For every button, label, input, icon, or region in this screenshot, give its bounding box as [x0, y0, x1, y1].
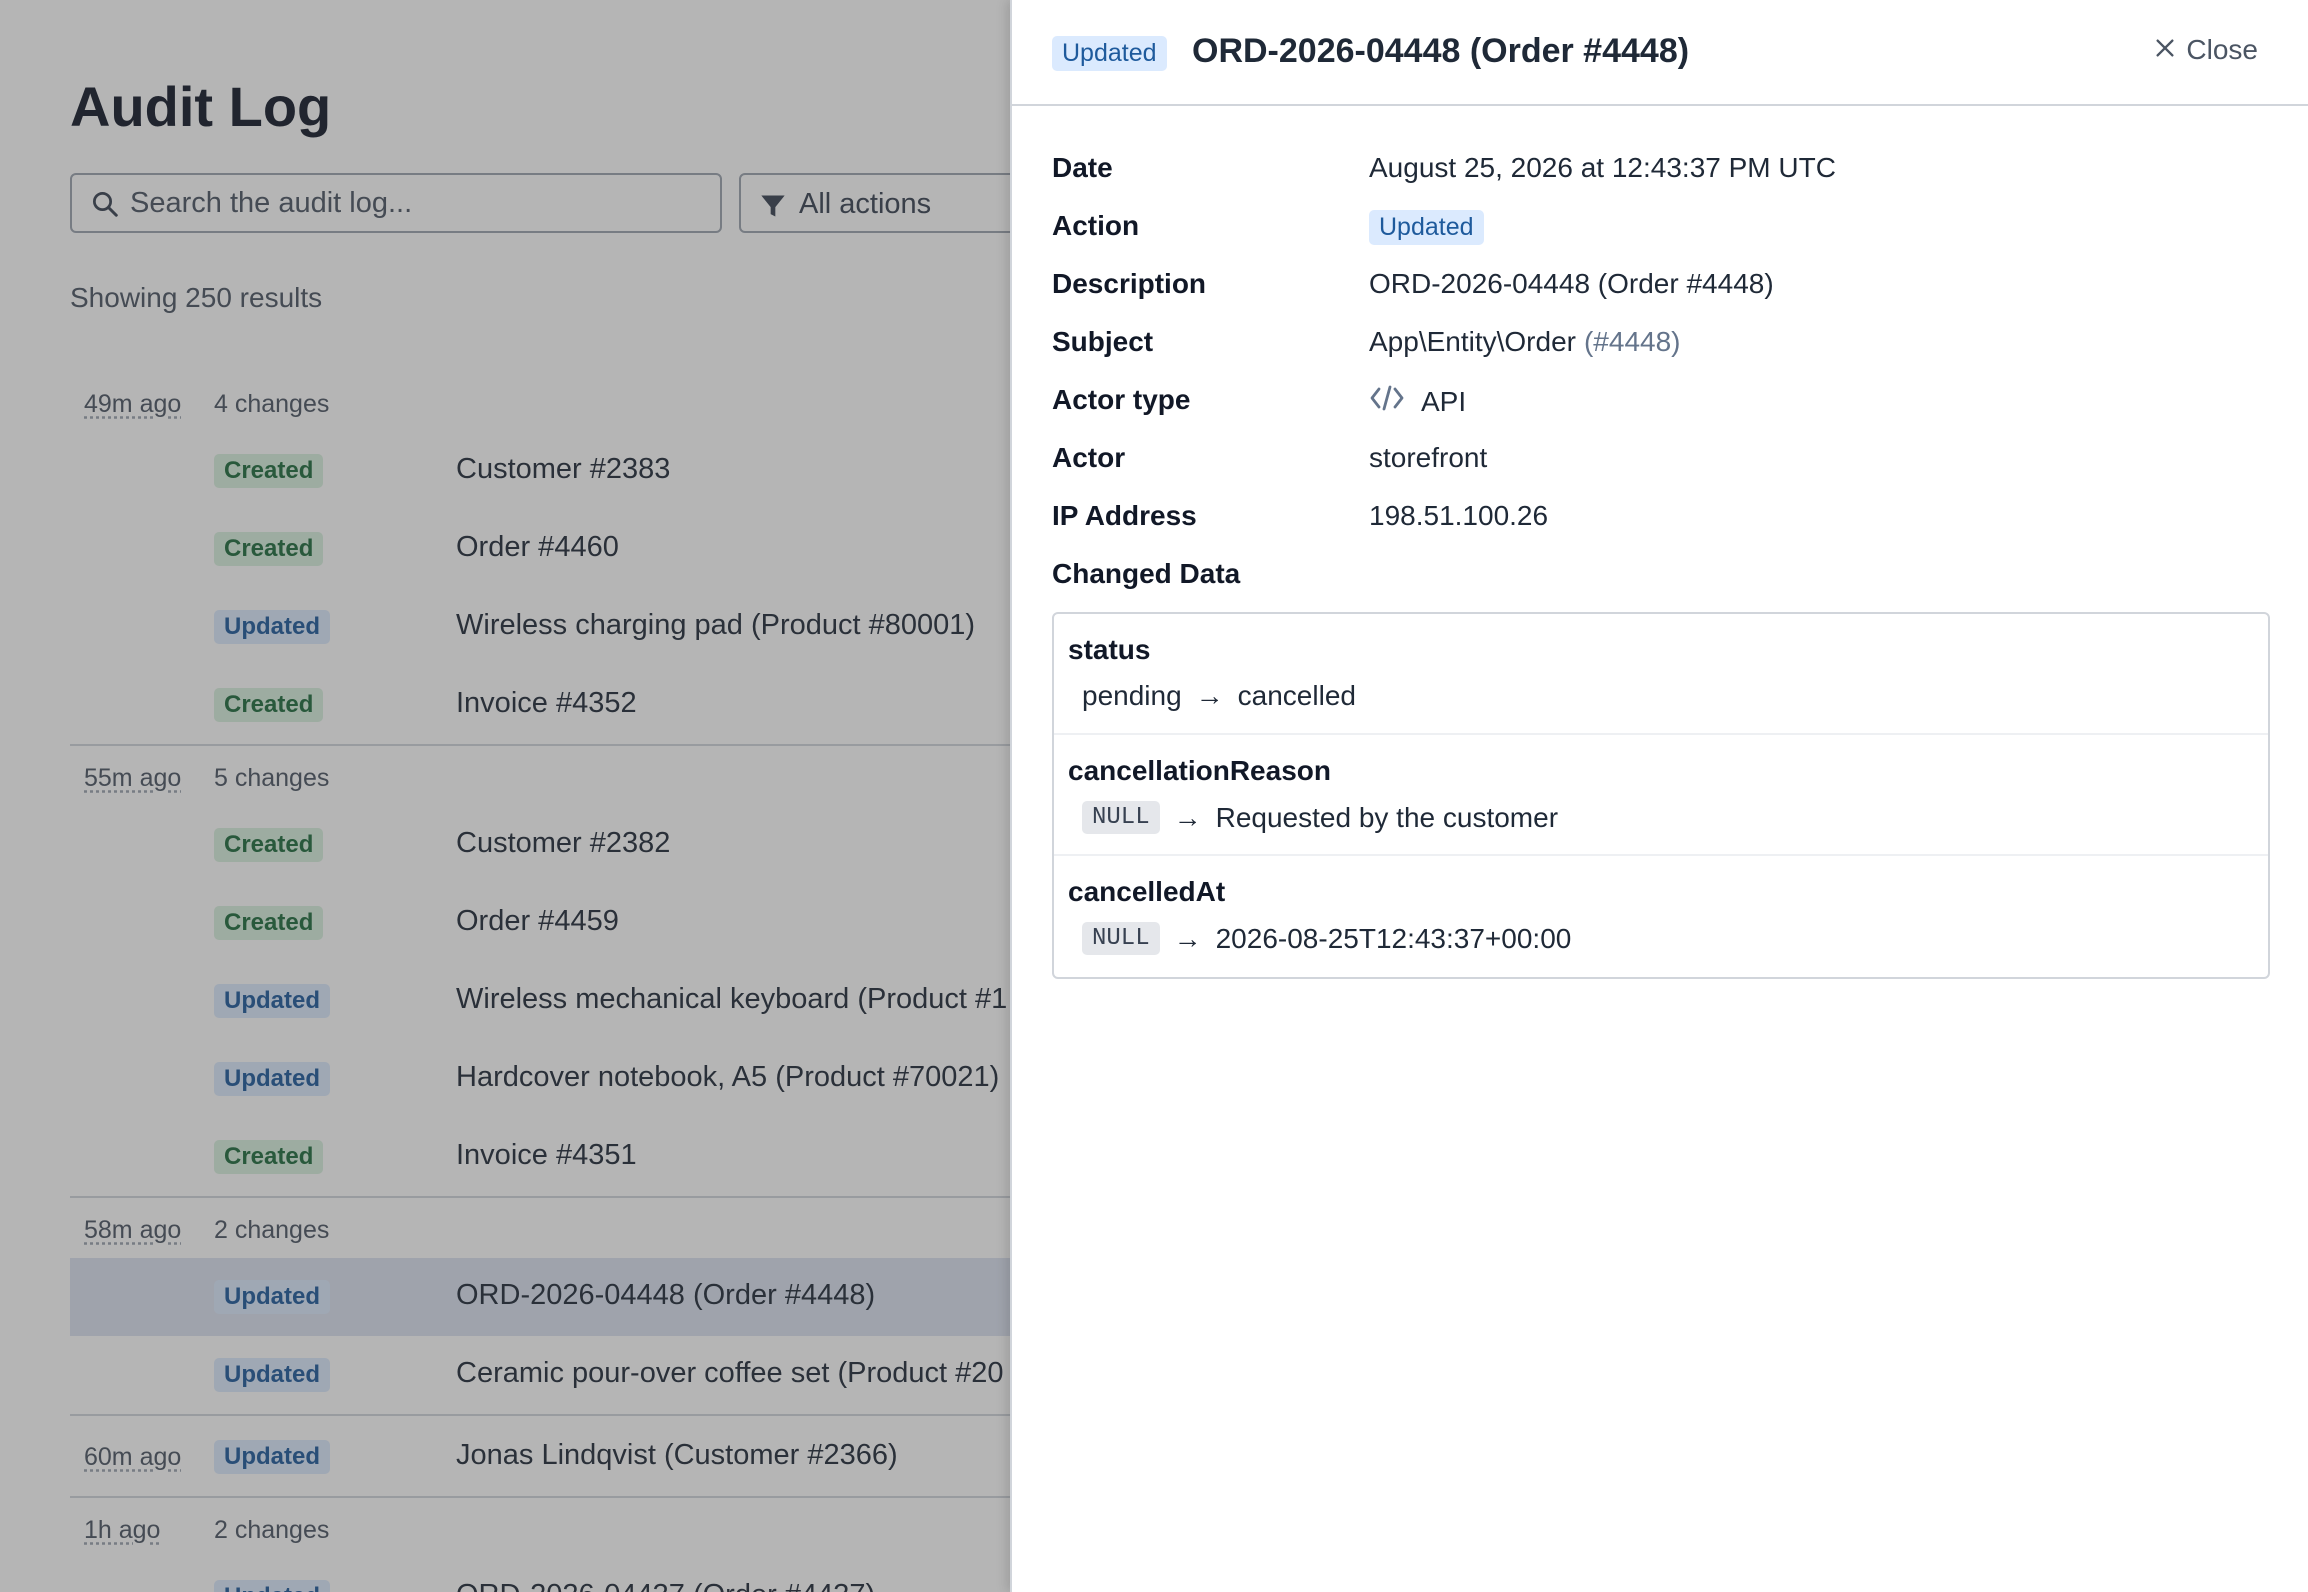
detail-changed-data: Changed Data [1052, 552, 2272, 610]
arrow-right-icon: → [1195, 680, 1224, 711]
change-field-name: status [1068, 634, 1151, 665]
arrow-right-icon: → [1173, 922, 1202, 954]
date-value: August 25, 2026 at 12:43:37 PM UTC [1369, 152, 1836, 183]
new-value: cancelled [1237, 680, 1356, 711]
null-chip: NULL [1082, 922, 1160, 955]
changed-data-box: status pending → cancelled cancellationR… [1052, 612, 2270, 979]
change-item: status pending → cancelled [1054, 614, 2268, 735]
code-icon [1369, 384, 1405, 419]
new-value: 2026-08-25T12:43:37+00:00 [1215, 922, 1572, 954]
drawer-header: Updated ORD-2026-04448 (Order #4448) Clo… [1012, 0, 2308, 106]
change-field-name: cancellationReason [1068, 755, 1331, 786]
drawer-action-badge: Updated [1052, 36, 1167, 71]
close-label: Close [2186, 34, 2258, 65]
close-icon [2154, 34, 2176, 66]
changed-data-heading: Changed Data [1052, 558, 1241, 589]
ip-value: 198.51.100.26 [1369, 500, 1549, 531]
modal-backdrop[interactable] [0, 0, 1010, 1592]
detail-label: Subject [1052, 326, 1154, 357]
subject-id: (#4448) [1583, 326, 1681, 357]
detail-value: 198.51.100.26 [1369, 500, 1548, 532]
detail-drawer: Updated ORD-2026-04448 (Order #4448) Clo… [1010, 0, 2308, 1592]
new-value: Requested by the customer [1215, 801, 1559, 833]
detail-list: Date August 25, 2026 at 12:43:37 PM UTC … [1052, 146, 2272, 610]
detail-value: Updated [1369, 210, 1484, 245]
change-field-name: cancelledAt [1068, 876, 1226, 907]
detail-actor-type: Actor type API [1052, 378, 2272, 436]
detail-date: Date August 25, 2026 at 12:43:37 PM UTC [1052, 146, 2272, 204]
detail-actor: Actor storefront [1052, 436, 2272, 494]
detail-label: Date [1052, 152, 1113, 183]
old-value: pending [1082, 680, 1182, 711]
close-button[interactable]: Close [2154, 34, 2258, 66]
detail-value: ORD-2026-04448 (Order #4448) [1369, 268, 1774, 300]
arrow-right-icon: → [1173, 801, 1202, 833]
drawer-title: ORD-2026-04448 (Order #4448) [1192, 32, 1690, 70]
detail-label: IP Address [1052, 500, 1197, 531]
change-item: cancellationReason NULL → Requested by t… [1054, 735, 2268, 856]
detail-subject: Subject App\Entity\Order (#4448) [1052, 320, 2272, 378]
detail-ip: IP Address 198.51.100.26 [1052, 494, 2272, 552]
change-item: cancelledAt NULL → 2026-08-25T12:43:37+0… [1054, 856, 2268, 977]
change-values: NULL → 2026-08-25T12:43:37+00:00 [1082, 922, 1571, 955]
change-values: pending → cancelled [1082, 680, 1356, 712]
detail-label: Actor type [1052, 384, 1191, 415]
actor-value: storefront [1369, 442, 1488, 473]
detail-description: Description ORD-2026-04448 (Order #4448) [1052, 262, 2272, 320]
detail-value: August 25, 2026 at 12:43:37 PM UTC [1369, 152, 1836, 184]
detail-label: Actor [1052, 442, 1126, 473]
change-values: NULL → Requested by the customer [1082, 801, 1558, 834]
detail-value: App\Entity\Order (#4448) [1369, 326, 1681, 358]
detail-value: API [1369, 384, 1466, 419]
detail-label: Description [1052, 268, 1207, 299]
description-value: ORD-2026-04448 (Order #4448) [1369, 268, 1774, 299]
detail-action: Action Updated [1052, 204, 2272, 262]
null-chip: NULL [1082, 801, 1160, 834]
actor-type-value: API [1421, 385, 1467, 417]
detail-label: Action [1052, 210, 1140, 241]
action-badge: Updated [1369, 210, 1484, 245]
subject-class: App\Entity\Order [1369, 326, 1576, 357]
detail-value: storefront [1369, 442, 1487, 474]
